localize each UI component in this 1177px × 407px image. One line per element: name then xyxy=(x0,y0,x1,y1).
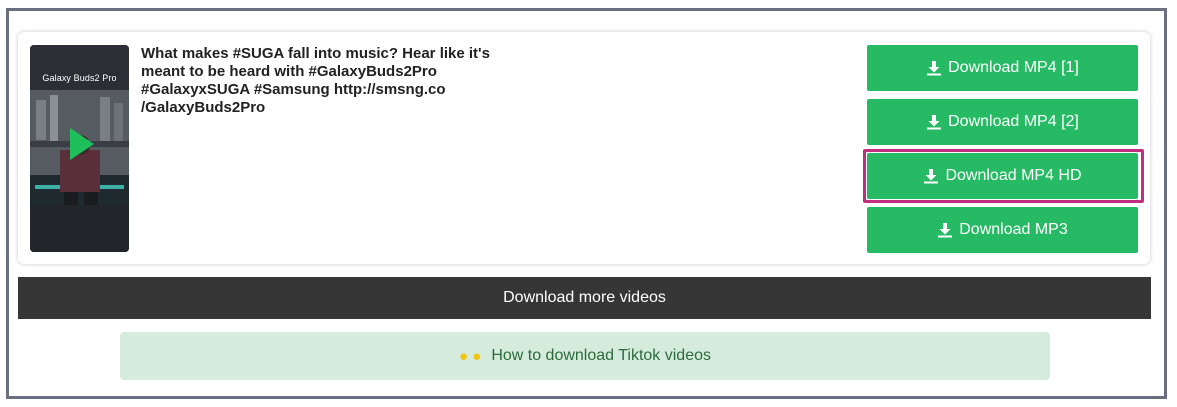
page-frame: Galaxy Buds2 Pro What makes #SUGA fall i… xyxy=(6,8,1167,399)
video-description: What makes #SUGA fall into music? Hear l… xyxy=(141,45,490,116)
download-mp4-hd-label: Download MP4 HD xyxy=(945,167,1082,184)
thumbnail-brand-label: Galaxy Buds2 Pro xyxy=(42,73,117,83)
download-more-videos-button[interactable]: Download more videos xyxy=(18,277,1151,319)
download-mp4-1-button[interactable]: Download MP4 [1] xyxy=(867,45,1138,91)
play-icon[interactable] xyxy=(70,128,94,160)
download-mp4-2-button[interactable]: Download MP4 [2] xyxy=(867,99,1138,145)
download-mp4-2-label: Download MP4 [2] xyxy=(948,113,1079,130)
download-mp4-1-label: Download MP4 [1] xyxy=(948,59,1079,76)
download-mp3-label: Download MP3 xyxy=(959,221,1068,238)
download-icon xyxy=(938,223,953,238)
video-result-card: Galaxy Buds2 Pro What makes #SUGA fall i… xyxy=(18,32,1150,264)
download-mp4-hd-button[interactable]: Download MP4 HD xyxy=(867,153,1138,199)
download-mp3-button[interactable]: Download MP3 xyxy=(867,207,1138,253)
download-icon xyxy=(927,61,942,76)
download-more-videos-label: Download more videos xyxy=(503,289,666,306)
lightbulb-icon: ● ● xyxy=(459,347,482,365)
download-icon xyxy=(924,169,939,184)
how-to-download-link[interactable]: ● ● How to download Tiktok videos xyxy=(120,332,1050,380)
video-thumbnail[interactable]: Galaxy Buds2 Pro xyxy=(30,45,129,252)
how-to-download-label: How to download Tiktok videos xyxy=(491,347,711,364)
download-icon xyxy=(927,115,942,130)
